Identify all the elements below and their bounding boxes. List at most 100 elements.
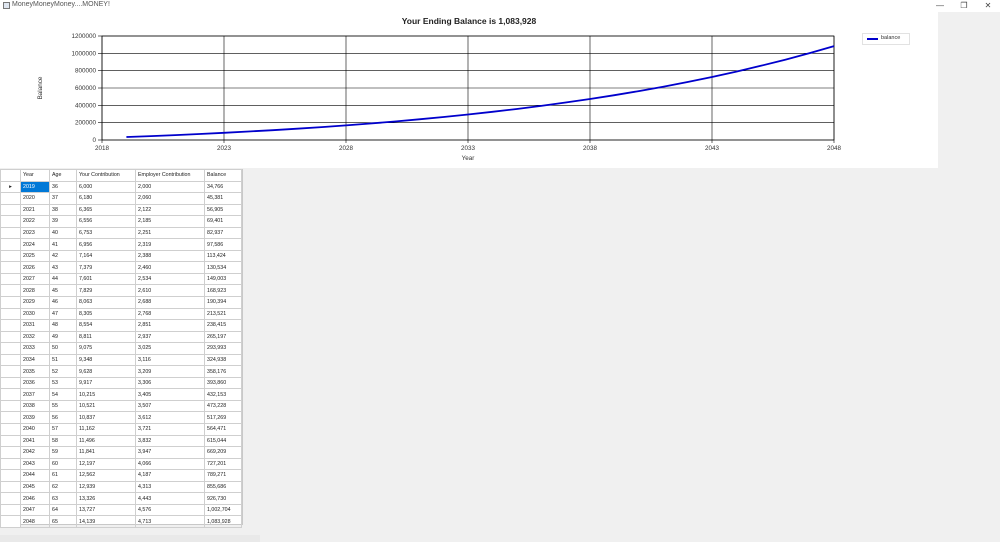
table-cell[interactable]: 8,305 <box>76 307 136 321</box>
row-header[interactable] <box>0 330 21 344</box>
table-cell[interactable]: 2031 <box>20 319 50 332</box>
table-cell[interactable]: 2,937 <box>135 330 205 344</box>
table-cell[interactable]: 8,554 <box>76 319 136 332</box>
row-header[interactable] <box>0 376 21 390</box>
table-cell[interactable]: 2047 <box>20 503 50 517</box>
table-cell[interactable]: 6,000 <box>76 180 136 194</box>
table-cell[interactable]: 2,185 <box>135 215 205 228</box>
table-cell[interactable]: 8,811 <box>76 330 136 344</box>
table-cell[interactable]: 59 <box>49 446 77 459</box>
table-cell[interactable]: 4,066 <box>135 457 205 471</box>
table-cell[interactable]: 13,326 <box>76 492 136 505</box>
table-cell[interactable]: 45 <box>49 284 77 297</box>
table-cell[interactable]: 393,860 <box>204 376 242 390</box>
row-header[interactable] <box>0 411 21 425</box>
table-cell[interactable]: 358,176 <box>204 365 242 378</box>
table-cell[interactable]: 64 <box>49 503 77 517</box>
table-cell[interactable]: 10,215 <box>76 388 136 401</box>
table-cell[interactable]: 10,837 <box>76 411 136 425</box>
table-cell[interactable]: 2028 <box>20 284 50 297</box>
table-row[interactable]: 2048 65 14,139 4,713 1,083,928 <box>0 515 242 528</box>
row-header[interactable]: ▸ <box>0 180 21 194</box>
table-cell[interactable]: 3,209 <box>135 365 205 378</box>
table-cell[interactable]: 34,766 <box>204 180 242 194</box>
table-cell[interactable]: 9,348 <box>76 353 136 367</box>
table-cell[interactable]: 3,025 <box>135 342 205 355</box>
table-cell[interactable]: 43 <box>49 261 77 274</box>
table-cell[interactable]: 44 <box>49 272 77 286</box>
table-row[interactable]: 2036 53 9,917 3,306 393,860 <box>0 376 242 390</box>
table-cell[interactable]: 9,075 <box>76 342 136 355</box>
table-cell[interactable]: 57 <box>49 423 77 436</box>
row-header[interactable] <box>0 261 21 274</box>
table-cell[interactable]: 82,937 <box>204 226 242 240</box>
table-cell[interactable]: 3,721 <box>135 423 205 436</box>
row-header[interactable] <box>0 307 21 321</box>
table-cell[interactable]: 2048 <box>20 515 50 528</box>
table-row[interactable]: 2028 45 7,829 2,610 168,923 <box>0 284 242 297</box>
table-cell[interactable]: 7,164 <box>76 249 136 263</box>
table-row[interactable]: 2039 56 10,837 3,612 517,269 <box>0 411 242 425</box>
table-cell[interactable]: 3,405 <box>135 388 205 401</box>
table-row[interactable]: 2044 61 12,562 4,187 789,271 <box>0 469 242 482</box>
table-cell[interactable]: 7,601 <box>76 272 136 286</box>
table-cell[interactable]: 13,727 <box>76 503 136 517</box>
row-header[interactable] <box>0 469 21 482</box>
row-header-corner[interactable] <box>0 169 21 182</box>
table-cell[interactable]: 2,388 <box>135 249 205 263</box>
table-cell[interactable]: 615,044 <box>204 434 242 448</box>
table-cell[interactable]: 11,841 <box>76 446 136 459</box>
table-cell[interactable]: 6,180 <box>76 192 136 205</box>
table-cell[interactable]: 2032 <box>20 330 50 344</box>
table-cell[interactable]: 238,415 <box>204 319 242 332</box>
table-cell[interactable]: 9,628 <box>76 365 136 378</box>
table-row[interactable]: 2033 50 9,075 3,025 293,993 <box>0 342 242 355</box>
table-cell[interactable]: 1,002,704 <box>204 503 242 517</box>
table-cell[interactable]: 7,379 <box>76 261 136 274</box>
table-row[interactable]: 2041 58 11,496 3,832 615,044 <box>0 434 242 448</box>
table-cell[interactable]: 6,753 <box>76 226 136 240</box>
table-cell[interactable]: 38 <box>49 203 77 217</box>
table-row[interactable]: 2022 39 6,556 2,185 69,401 <box>0 215 242 228</box>
contribution-grid[interactable]: Year Age Your Contribution Employer Contrib… <box>0 169 243 528</box>
table-row[interactable]: 2021 38 6,365 2,122 56,905 <box>0 203 242 217</box>
row-header[interactable] <box>0 365 21 378</box>
table-cell[interactable]: 2,319 <box>135 238 205 251</box>
table-cell[interactable]: 926,730 <box>204 492 242 505</box>
table-cell[interactable]: 2022 <box>20 215 50 228</box>
row-header[interactable] <box>0 434 21 448</box>
table-cell[interactable]: 12,562 <box>76 469 136 482</box>
table-cell[interactable]: 4,443 <box>135 492 205 505</box>
row-header[interactable] <box>0 503 21 517</box>
table-cell[interactable]: 51 <box>49 353 77 367</box>
column-header[interactable]: Your Contribution <box>76 169 136 182</box>
table-cell[interactable]: 8,063 <box>76 296 136 309</box>
column-header[interactable]: Age <box>49 169 77 182</box>
table-row[interactable]: 2030 47 8,305 2,768 213,521 <box>0 307 242 321</box>
table-cell[interactable]: 36 <box>49 180 77 194</box>
table-cell[interactable]: 39 <box>49 215 77 228</box>
table-cell[interactable]: 3,507 <box>135 399 205 413</box>
row-header[interactable] <box>0 284 21 297</box>
table-row[interactable]: 2020 37 6,180 2,060 45,381 <box>0 192 242 205</box>
table-row[interactable]: 2032 49 8,811 2,937 265,197 <box>0 330 242 344</box>
table-cell[interactable]: 47 <box>49 307 77 321</box>
table-cell[interactable]: 3,612 <box>135 411 205 425</box>
table-row[interactable]: 2038 55 10,521 3,507 473,228 <box>0 399 242 413</box>
table-cell[interactable]: 3,116 <box>135 353 205 367</box>
column-header[interactable]: Balance <box>204 169 242 182</box>
table-row[interactable]: 2026 43 7,379 2,460 130,534 <box>0 261 242 274</box>
table-cell[interactable]: 9,917 <box>76 376 136 390</box>
table-cell[interactable]: 6,365 <box>76 203 136 217</box>
table-cell[interactable]: 54 <box>49 388 77 401</box>
table-row[interactable]: 2042 59 11,841 3,947 669,209 <box>0 446 242 459</box>
table-cell[interactable]: 60 <box>49 457 77 471</box>
table-row[interactable]: 2025 42 7,164 2,388 113,424 <box>0 249 242 263</box>
table-cell[interactable]: 149,003 <box>204 272 242 286</box>
table-cell[interactable]: 2030 <box>20 307 50 321</box>
table-cell[interactable]: 517,269 <box>204 411 242 425</box>
table-cell[interactable]: 37 <box>49 192 77 205</box>
row-header[interactable] <box>0 249 21 263</box>
restore-button[interactable]: ❐ <box>952 0 976 12</box>
table-cell[interactable]: 62 <box>49 480 77 494</box>
